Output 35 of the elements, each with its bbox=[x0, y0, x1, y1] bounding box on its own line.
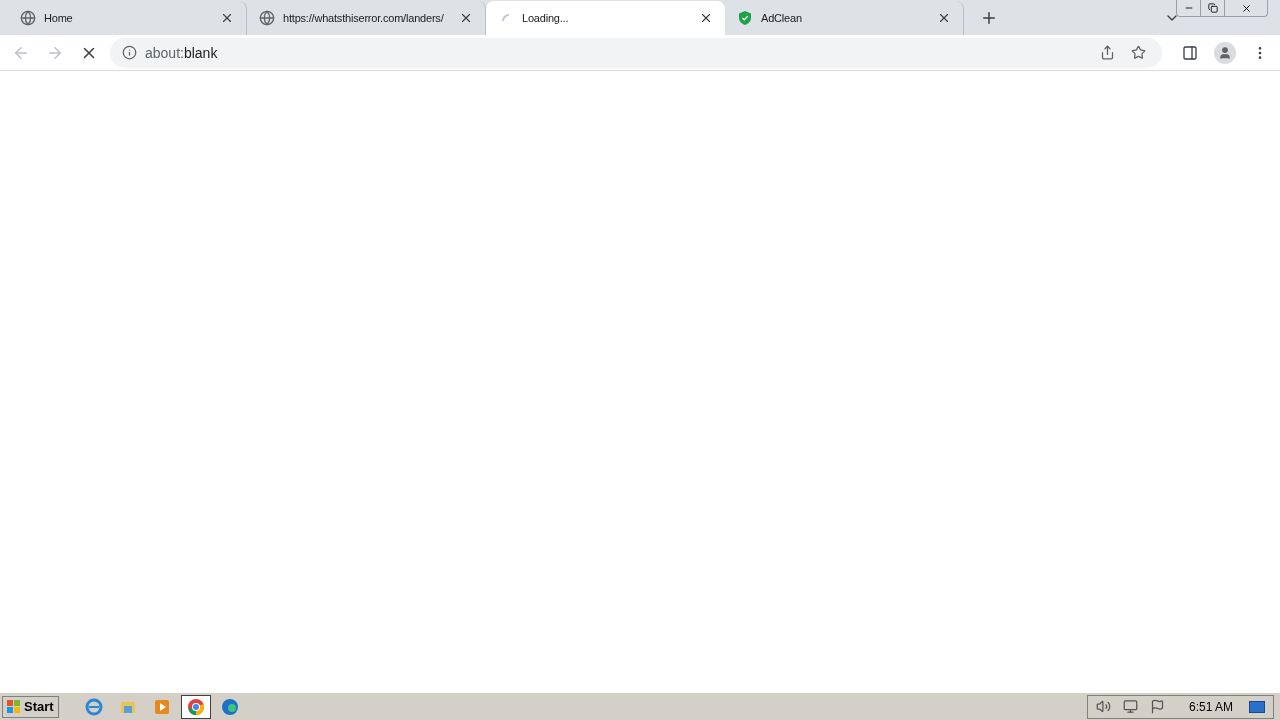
close-icon bbox=[1240, 2, 1252, 14]
flag-icon[interactable] bbox=[1149, 699, 1165, 714]
spinner-icon bbox=[502, 14, 510, 22]
close-icon[interactable] bbox=[459, 11, 473, 25]
tab-title: https://whatsthiserror.com/landers/ bbox=[283, 10, 445, 26]
new-tab-icon[interactable] bbox=[980, 9, 998, 27]
shield-icon bbox=[737, 10, 753, 26]
show-desktop-icon[interactable] bbox=[1249, 700, 1265, 713]
tab-title: AdClean bbox=[761, 10, 803, 26]
address-bar[interactable]: about:blank bbox=[110, 37, 1162, 68]
windows-logo-icon bbox=[7, 700, 20, 713]
start-button[interactable]: Start bbox=[2, 695, 59, 718]
info-icon bbox=[122, 45, 137, 60]
bookmark-star-icon[interactable] bbox=[1131, 45, 1146, 60]
browser-tab[interactable]: Loading... bbox=[486, 1, 725, 35]
share-icon[interactable] bbox=[1100, 45, 1115, 60]
media-player-icon[interactable] bbox=[152, 697, 171, 716]
chrome-icon[interactable] bbox=[186, 697, 205, 716]
browser-tab[interactable]: Home bbox=[8, 1, 247, 35]
close-icon[interactable] bbox=[937, 11, 951, 25]
clock: 6:51 AM bbox=[1188, 698, 1233, 715]
profile-avatar[interactable] bbox=[1214, 41, 1236, 64]
side-panel-icon[interactable] bbox=[1182, 44, 1198, 61]
close-icon[interactable] bbox=[220, 11, 234, 25]
network-icon[interactable] bbox=[1122, 699, 1138, 714]
globe-icon bbox=[20, 10, 36, 26]
restore-icon bbox=[1207, 3, 1218, 13]
tab-title: Loading... bbox=[522, 10, 570, 26]
close-icon[interactable] bbox=[699, 11, 713, 25]
edge-icon[interactable] bbox=[220, 697, 239, 716]
globe-icon bbox=[259, 10, 275, 26]
address-text: about:blank bbox=[145, 43, 219, 63]
browser-tab[interactable]: AdClean bbox=[725, 1, 964, 35]
volume-icon[interactable] bbox=[1095, 699, 1111, 714]
tab-title: Home bbox=[44, 10, 74, 26]
